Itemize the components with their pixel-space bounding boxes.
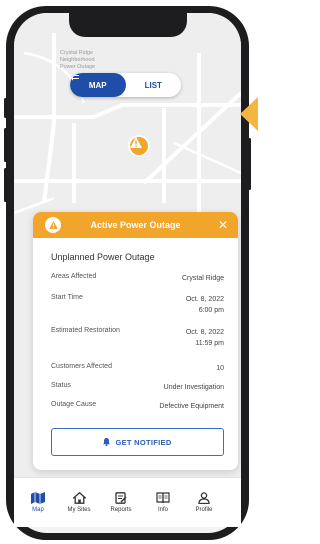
tab-profile[interactable]: Profile [186, 492, 222, 513]
detail-key: Estimated Restoration [51, 327, 120, 334]
detail-value-time: 11:59 pm [195, 340, 224, 347]
tab-reports[interactable]: Reports [103, 492, 139, 513]
map-icon [31, 492, 45, 504]
profile-icon [198, 492, 210, 504]
outage-marker[interactable] [128, 135, 150, 157]
detail-key: Customers Affected [51, 363, 112, 370]
tab-my-sites[interactable]: My Sites [61, 492, 97, 513]
get-notified-button[interactable]: GET NOTIFIED [51, 428, 224, 456]
outage-details-card: Active Power Outage ✕ Unplanned Power Ou… [33, 212, 238, 470]
close-button[interactable]: ✕ [218, 218, 228, 232]
map-area-label: Power Outage [60, 64, 96, 70]
get-notified-label: GET NOTIFIED [115, 437, 172, 447]
detail-value-time: 6:00 pm [198, 307, 224, 314]
detail-value: 10 [216, 365, 224, 372]
volume-down-button [4, 168, 7, 202]
detail-value: Defective Equipment [159, 403, 224, 410]
detail-value: Crystal Ridge [181, 275, 224, 282]
card-title: Active Power Outage [90, 220, 181, 230]
map-area-label: Neighborhood [60, 57, 95, 63]
home-icon [72, 492, 86, 504]
list-icon [70, 73, 79, 81]
warning-icon [130, 137, 142, 148]
list-view-button[interactable]: LIST [70, 73, 182, 97]
card-header: Active Power Outage ✕ [33, 212, 238, 238]
list-view-label: LIST [144, 80, 162, 90]
mute-switch [4, 98, 7, 118]
notch [68, 13, 187, 37]
tab-label: Reports [110, 507, 132, 513]
detail-value: Oct. 8, 2022 [185, 329, 224, 336]
tab-bar: Map My Sites Reports Info Profile [14, 477, 241, 527]
power-button [248, 138, 251, 190]
detail-key: Status [51, 382, 71, 389]
bell-icon [103, 438, 111, 446]
detail-key: Start Time [51, 294, 83, 301]
tab-label: Map [32, 507, 44, 513]
detail-value: Oct. 8, 2022 [185, 296, 224, 303]
callout-pointer [240, 97, 258, 131]
detail-key: Outage Cause [51, 401, 97, 408]
detail-value: Under Investigation [163, 384, 224, 391]
tab-label: My Sites [67, 507, 91, 513]
book-icon [156, 492, 170, 504]
reports-icon [115, 492, 127, 504]
volume-up-button [4, 128, 7, 162]
tab-map[interactable]: Map [20, 492, 56, 513]
map-view-label: MAP [88, 80, 107, 90]
view-toggle: MAP LIST [70, 73, 181, 97]
tab-info[interactable]: Info [145, 492, 181, 513]
tab-label: Profile [195, 507, 213, 513]
detail-key: Areas Affected [51, 273, 97, 280]
tab-label: Info [157, 507, 168, 513]
outage-type: Unplanned Power Outage [51, 252, 155, 262]
map-area-label: Crystal Ridge [60, 50, 94, 56]
